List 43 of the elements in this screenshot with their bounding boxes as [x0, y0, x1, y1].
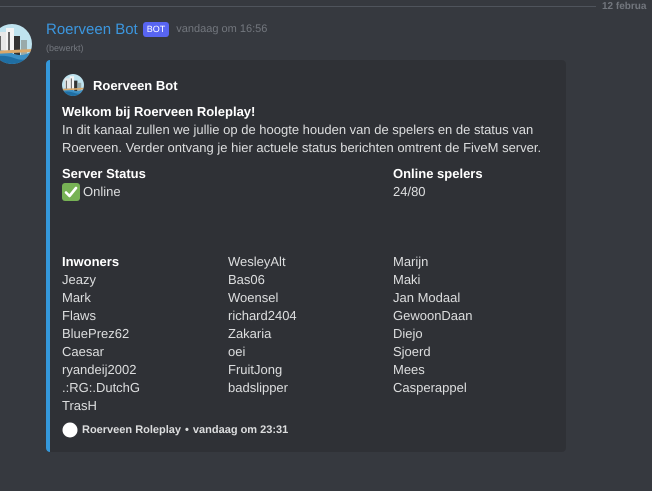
embed-avatar-drawing	[62, 74, 84, 96]
edited-label: (bewerkt)	[46, 43, 85, 55]
footer-text: Roerveen Roleplay	[82, 424, 182, 436]
field-value: Jeazy	[62, 271, 96, 289]
field-value: Diejo	[393, 325, 423, 343]
field-value: GewoonDaan	[393, 307, 472, 325]
field-value: FruitJong	[228, 361, 282, 379]
field-value: 24/80	[393, 183, 426, 201]
field-value: WesleyAlt	[228, 253, 286, 271]
avatar-drawing	[0, 24, 32, 64]
field-value: BluePrez62	[62, 325, 130, 343]
field-value: Mees	[393, 361, 425, 379]
field-value: ryandeij2002	[62, 361, 136, 379]
field-value: Jan Modaal	[393, 289, 460, 307]
embed-author-name: Roerveen Bot	[93, 78, 178, 92]
field-value: Woensel	[228, 289, 278, 307]
field-value: Marijn	[393, 253, 428, 271]
author-name[interactable]: Roerveen Bot	[46, 20, 138, 38]
field-value: TrasH	[62, 397, 97, 415]
footer-circle-icon	[62, 422, 78, 438]
footer-timestamp: vandaag om 23:31	[192, 424, 288, 436]
field-value: richard2404	[228, 307, 297, 325]
field-value: Maki	[393, 271, 420, 289]
field-value: Mark	[62, 289, 91, 307]
field-value: Flaws	[62, 307, 96, 325]
embed-title: Welkom bij Roerveen Roleplay!	[62, 103, 256, 121]
message-timestamp: vandaag om 16:56	[176, 23, 268, 35]
footer-separator: •	[185, 424, 189, 436]
field-value: Zakaria	[228, 325, 272, 343]
field-value: .:RG:.DutchG	[62, 379, 140, 397]
field-value: badslipper	[228, 379, 288, 397]
date-divider-label: 12 februa	[602, 0, 646, 12]
field-value: oei	[228, 343, 246, 361]
field-name: Inwoners	[62, 253, 120, 271]
field-value: Caesar	[62, 343, 104, 361]
field-name: Online spelers	[393, 165, 484, 183]
field-value: Online	[83, 183, 121, 201]
field-value: Bas06	[228, 271, 265, 289]
embed-description: In dit kanaal zullen we jullie op de hoogte houden van de spelers en de status van Roerveen. Verder ontvang je hier actuele status berichten omtrent de FiveM server.	[62, 121, 542, 157]
field-value: Sjoerd	[393, 343, 431, 361]
field-value: Casperappel	[393, 379, 467, 397]
field-name: Server Status	[62, 165, 147, 183]
bot-tag: BOT	[142, 22, 170, 36]
